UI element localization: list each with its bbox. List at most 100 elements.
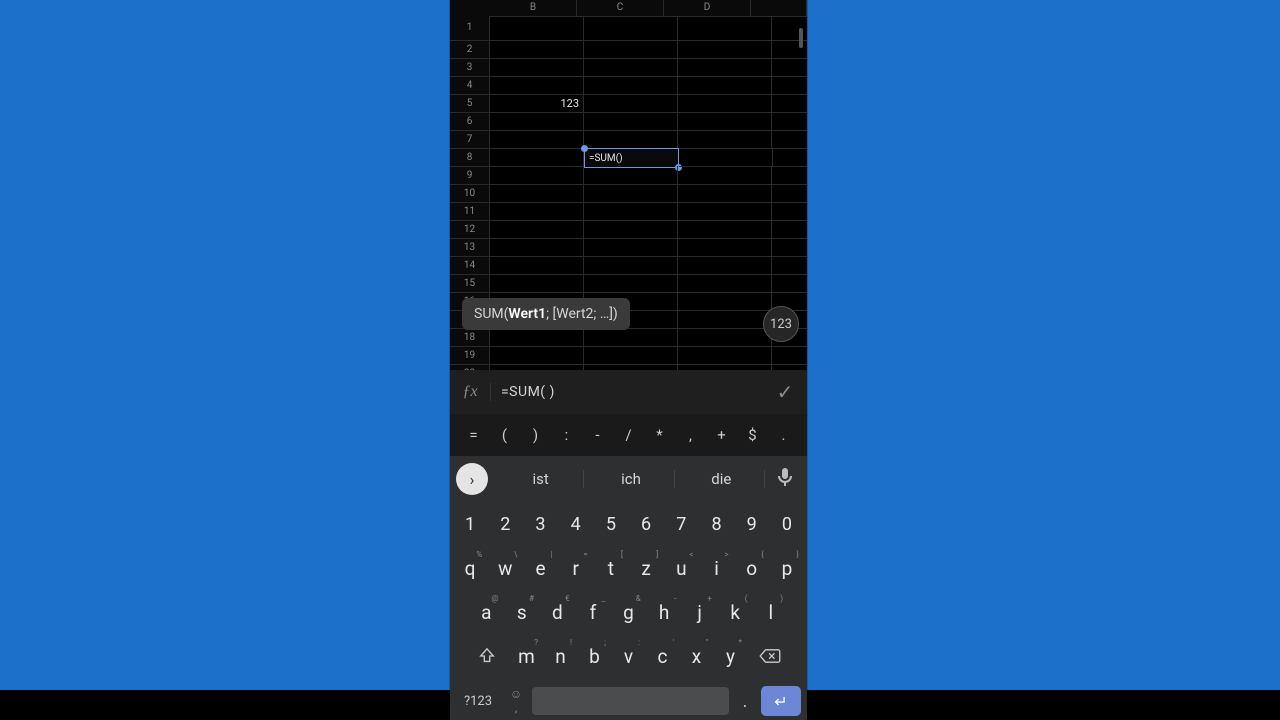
cell-B4[interactable]	[490, 76, 584, 95]
cell-C11[interactable]	[584, 202, 678, 221]
symbol-key[interactable]: (	[489, 426, 520, 444]
cell-_4[interactable]	[772, 76, 807, 95]
cell-B11[interactable]	[490, 202, 584, 221]
symbol-key[interactable]: $	[737, 426, 768, 444]
key-1[interactable]: 1	[454, 505, 486, 543]
key-m[interactable]: m?	[511, 637, 542, 675]
key-d[interactable]: d€	[541, 593, 574, 631]
cell-B14[interactable]	[490, 256, 584, 275]
cell-_13[interactable]	[772, 238, 807, 257]
row-head-14[interactable]: 14	[450, 257, 490, 275]
cell-C18[interactable]	[584, 328, 678, 347]
symbol-key[interactable]: .	[768, 426, 799, 444]
key-s[interactable]: s#	[506, 593, 539, 631]
symbol-key[interactable]: =	[458, 426, 489, 444]
suggestion-3[interactable]: die	[679, 470, 765, 488]
suggestion-2[interactable]: ich	[588, 470, 674, 488]
col-head-D[interactable]: D	[664, 0, 751, 17]
row-head-7[interactable]: 7	[450, 131, 490, 149]
row-head-5[interactable]: 5	[450, 95, 490, 113]
key-k[interactable]: k(	[719, 593, 752, 631]
period-key[interactable]: .	[735, 691, 755, 712]
row-head-2[interactable]: 2	[450, 41, 490, 59]
key-q[interactable]: q%	[454, 549, 486, 587]
key-9[interactable]: 9	[736, 505, 768, 543]
symbol-key[interactable]: *	[644, 426, 675, 444]
key-3[interactable]: 3	[524, 505, 556, 543]
col-head-C[interactable]: C	[577, 0, 664, 17]
cell-B2[interactable]	[490, 40, 584, 59]
cell-B10[interactable]	[490, 184, 584, 203]
cell-C3[interactable]	[584, 58, 678, 77]
row-head-3[interactable]: 3	[450, 59, 490, 77]
row-head-8[interactable]: 8	[450, 149, 490, 167]
cell-D4[interactable]	[678, 76, 772, 95]
cell-B8[interactable]	[490, 148, 584, 167]
key-r[interactable]: r=	[560, 549, 592, 587]
cell-_9[interactable]	[772, 166, 807, 185]
symbol-key[interactable]: -	[582, 426, 613, 444]
key-b[interactable]: b;	[579, 637, 610, 675]
cell-D3[interactable]	[678, 58, 772, 77]
cell-B18[interactable]	[490, 328, 584, 347]
key-e[interactable]: e|	[524, 549, 556, 587]
cell-B1[interactable]	[490, 16, 584, 41]
cell-B19[interactable]	[490, 346, 584, 365]
key-w[interactable]: w\	[489, 549, 521, 587]
cell-D14[interactable]	[678, 256, 772, 275]
row-head-1[interactable]: 1	[450, 16, 490, 41]
key-c[interactable]: c'	[647, 637, 678, 675]
cell-B5[interactable]: 123	[490, 94, 584, 113]
key-8[interactable]: 8	[700, 505, 732, 543]
cell-_15[interactable]	[772, 274, 807, 293]
cell-C9[interactable]	[584, 166, 678, 185]
suggestion-1[interactable]: ist	[498, 470, 584, 488]
cell-D5[interactable]	[678, 94, 772, 113]
row-head-18[interactable]: 18	[450, 329, 490, 347]
cell-D18[interactable]	[678, 328, 772, 347]
cell-C13[interactable]	[584, 238, 678, 257]
key-u[interactable]: u<	[665, 549, 697, 587]
expand-suggestions-button[interactable]: ›	[456, 463, 488, 495]
cell-C10[interactable]	[584, 184, 678, 203]
cell-_8[interactable]	[773, 148, 807, 167]
mode-switch-key[interactable]: ?123	[456, 694, 500, 709]
key-a[interactable]: a@	[470, 593, 503, 631]
cell-B12[interactable]	[490, 220, 584, 239]
cell-D19[interactable]	[678, 346, 772, 365]
symbol-key[interactable]: :	[551, 426, 582, 444]
key-y[interactable]: y*	[715, 637, 746, 675]
cell-B15[interactable]	[490, 274, 584, 293]
cell-D13[interactable]	[678, 238, 772, 257]
cell-C1[interactable]	[584, 16, 678, 41]
symbol-key[interactable]: ,	[675, 426, 706, 444]
cell-C14[interactable]	[584, 256, 678, 275]
key-f[interactable]: f_	[577, 593, 610, 631]
key-j[interactable]: j+	[683, 593, 716, 631]
symbol-key[interactable]: )	[520, 426, 551, 444]
spreadsheet[interactable]: BCD 1234567891011121314151617181920 123=…	[450, 0, 807, 370]
cell-_19[interactable]	[772, 346, 807, 365]
cell-_7[interactable]	[772, 130, 807, 149]
fx-icon[interactable]: ƒx	[450, 383, 491, 401]
cell-D16[interactable]	[678, 292, 772, 311]
cell-D6[interactable]	[678, 112, 772, 131]
cell-_3[interactable]	[772, 58, 807, 77]
row-head-19[interactable]: 19	[450, 347, 490, 365]
shift-key[interactable]	[466, 637, 508, 675]
row-head-4[interactable]: 4	[450, 77, 490, 95]
cell-D10[interactable]	[678, 184, 772, 203]
row-head-10[interactable]: 10	[450, 185, 490, 203]
row-head-15[interactable]: 15	[450, 275, 490, 293]
cell-_12[interactable]	[772, 220, 807, 239]
key-p[interactable]: p}	[771, 549, 803, 587]
cell-_14[interactable]	[772, 256, 807, 275]
key-v[interactable]: v:	[613, 637, 644, 675]
key-0[interactable]: 0	[771, 505, 803, 543]
row-head-13[interactable]: 13	[450, 239, 490, 257]
row-head-11[interactable]: 11	[450, 203, 490, 221]
cell-D7[interactable]	[678, 130, 772, 149]
cell-C5[interactable]	[584, 94, 678, 113]
row-head-9[interactable]: 9	[450, 167, 490, 185]
backspace-key[interactable]	[749, 637, 791, 675]
